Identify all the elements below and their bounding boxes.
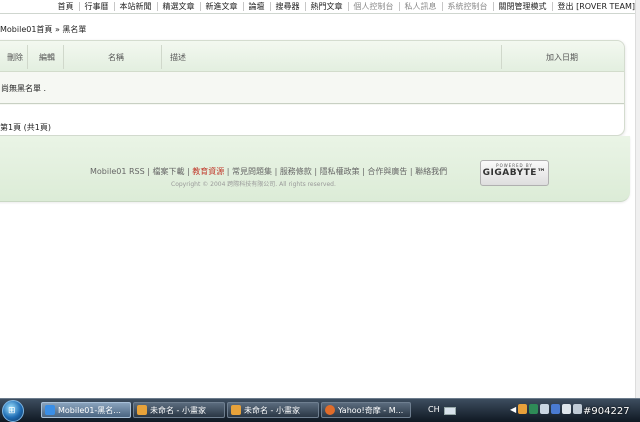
nav-close-admin-mode[interactable]: 關閉管理模式 [494, 0, 552, 13]
footer-link-downloads[interactable]: 檔案下載 [152, 167, 184, 176]
footer-link-terms[interactable]: 服務條款 [280, 167, 312, 176]
tray-app-icon[interactable] [529, 404, 539, 414]
taskbar-button-label: Mobile01-黑名... [58, 405, 121, 415]
column-name: 名稱 [108, 53, 124, 62]
language-indicator[interactable]: CH [428, 405, 440, 414]
taskbar-button-browser[interactable]: Mobile01-黑名... [41, 402, 131, 418]
taskbar-button-firefox[interactable]: Yahoo!奇摩 - M... [321, 402, 411, 418]
paint-icon [137, 405, 147, 415]
site-footer: Mobile01 RSS | 檔案下載 | 教育資源 | 常見問題集 | 服務條… [0, 136, 630, 202]
nav-user-cp[interactable]: 個人控制台 [349, 0, 399, 13]
nav-featured-articles[interactable]: 精選文章 [158, 0, 200, 13]
tray-app-icon[interactable] [551, 404, 561, 414]
taskbar-button-label: 未命名 - 小畫家 [150, 405, 206, 415]
keyboard-icon[interactable] [444, 407, 456, 415]
windows-taskbar: ⊞ Mobile01-黑名... 未命名 - 小畫家 未命名 - 小畫家 Yah… [0, 398, 640, 422]
column-edit: 編輯 [39, 53, 55, 62]
internet-explorer-icon [45, 405, 55, 415]
breadcrumb[interactable]: Mobile01首頁 » 黑名單 [0, 24, 86, 35]
nav-calendar[interactable]: 行事曆 [80, 0, 114, 13]
footer-links: Mobile01 RSS | 檔案下載 | 教育資源 | 常見問題集 | 服務條… [90, 167, 448, 176]
nav-forum[interactable]: 論壇 [244, 0, 270, 13]
volume-icon[interactable] [573, 404, 583, 414]
nav-new-articles[interactable]: 新進文章 [201, 0, 243, 13]
nav-admin-cp[interactable]: 系統控制台 [443, 0, 493, 13]
nav-logout[interactable]: 登出 [ROVER TEAM] [553, 0, 640, 13]
blacklist-panel: 刪除 編輯 名稱 描述 加入日期 尚無黑名單 . [0, 40, 625, 136]
footer-link-faq[interactable]: 常見問題集 [232, 167, 272, 176]
watermark-text: #904227 [583, 406, 630, 417]
nav-search[interactable]: 搜尋器 [271, 0, 305, 13]
vertical-scrollbar[interactable] [635, 0, 640, 398]
taskbar-button-label: 未命名 - 小畫家 [244, 405, 300, 415]
gigabyte-logo[interactable]: POWERED BY GIGABYTE™ [480, 160, 549, 186]
footer-link-privacy[interactable]: 隱私權政策 [320, 167, 360, 176]
column-divider [161, 45, 162, 69]
network-icon[interactable] [562, 404, 572, 414]
footer-link-advertising[interactable]: 合作與廣告 [367, 167, 407, 176]
nav-home[interactable]: 首頁 [53, 0, 79, 13]
logo-brand: GIGABYTE™ [482, 168, 547, 178]
tray-app-icon[interactable] [518, 404, 528, 414]
copyright-text: Copyright © 2004 跨際科技有限公司. All rights re… [171, 181, 336, 188]
column-delete: 刪除 [7, 53, 23, 62]
nav-hot-articles[interactable]: 熱門文章 [306, 0, 348, 13]
windows-logo-icon: ⊞ [8, 406, 16, 416]
show-hidden-icons-arrow-icon[interactable]: ◀ [510, 405, 516, 414]
system-tray: ◀ [510, 404, 583, 414]
firefox-icon [325, 405, 335, 415]
paint-icon [231, 405, 241, 415]
panel-footer [0, 105, 624, 135]
taskbar-button-paint-1[interactable]: 未命名 - 小畫家 [133, 402, 225, 418]
table-header: 刪除 編輯 名稱 描述 加入日期 [0, 41, 624, 72]
divider [0, 103, 624, 104]
column-description: 描述 [170, 53, 186, 62]
start-button[interactable]: ⊞ [2, 400, 24, 422]
taskbar-button-paint-2[interactable]: 未命名 - 小畫家 [227, 402, 319, 418]
column-date-added: 加入日期 [546, 53, 578, 62]
column-divider [27, 45, 28, 69]
empty-blacklist-message: 尚無黑名單 . [1, 84, 47, 93]
taskbar-button-label: Yahoo!奇摩 - M... [338, 405, 404, 415]
pagination-info: 第1頁 (共1頁) [0, 123, 51, 132]
tray-app-icon[interactable] [540, 404, 550, 414]
top-navigation: 首頁 行事曆 本站新聞 精選文章 新進文章 論壇 搜尋器 熱門文章 個人控制台 … [0, 0, 640, 14]
column-divider [63, 45, 64, 69]
footer-link-rss[interactable]: Mobile01 RSS [90, 167, 145, 176]
nav-private-messages[interactable]: 私人訊息 [400, 0, 442, 13]
column-divider [501, 45, 502, 69]
nav-site-news[interactable]: 本站新聞 [115, 0, 157, 13]
footer-link-contact[interactable]: 聯絡我們 [415, 167, 447, 176]
footer-link-education[interactable]: 教育資源 [192, 167, 224, 176]
